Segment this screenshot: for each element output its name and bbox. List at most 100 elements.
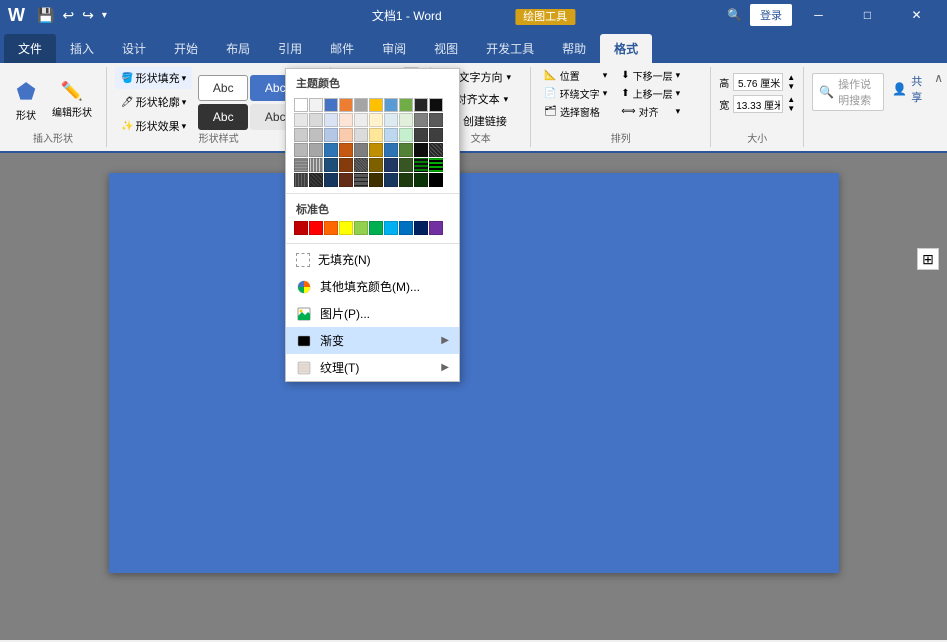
text-direction-arrow[interactable]: ▾	[506, 72, 511, 83]
align-text-arrow[interactable]: ▾	[504, 94, 509, 105]
color-cell[interactable]	[429, 158, 443, 172]
std-color-darkblue[interactable]	[414, 221, 428, 235]
std-color-purple[interactable]	[429, 221, 443, 235]
height-down[interactable]: ▼	[787, 82, 795, 91]
color-cell[interactable]	[384, 173, 398, 187]
color-cell[interactable]	[324, 173, 338, 187]
minimize-button[interactable]: ─	[796, 0, 841, 30]
color-cell[interactable]	[309, 128, 323, 142]
color-cell[interactable]	[414, 113, 428, 127]
color-cell[interactable]	[399, 98, 413, 112]
width-down[interactable]: ▼	[787, 104, 795, 113]
shapes-button[interactable]: ⬟ 形状	[8, 75, 44, 126]
texture-item[interactable]: 纹理(T) ▶	[286, 354, 459, 381]
position-btn[interactable]: 📐 位置 ▾	[539, 67, 612, 84]
search-box[interactable]: 🔍 操作说明搜索	[812, 73, 884, 111]
std-color-orange[interactable]	[324, 221, 338, 235]
picture-item[interactable]: 图片(P)...	[286, 300, 459, 327]
color-cell[interactable]	[399, 158, 413, 172]
color-cell[interactable]	[399, 113, 413, 127]
color-cell[interactable]	[309, 98, 323, 112]
std-color-blue[interactable]	[399, 221, 413, 235]
color-cell[interactable]	[429, 113, 443, 127]
std-color-red[interactable]	[309, 221, 323, 235]
align-arrow[interactable]: ▾	[676, 106, 681, 117]
color-cell[interactable]	[324, 98, 338, 112]
color-cell[interactable]	[294, 143, 308, 157]
tab-help[interactable]: 帮助	[548, 34, 600, 63]
height-input[interactable]	[733, 73, 783, 91]
color-cell[interactable]	[369, 98, 383, 112]
color-cell[interactable]	[384, 113, 398, 127]
send-back-arrow[interactable]: ▾	[676, 70, 681, 81]
color-cell[interactable]	[324, 128, 338, 142]
color-cell[interactable]	[369, 128, 383, 142]
customize-icon[interactable]: ▾	[100, 8, 109, 23]
fill-dropdown-arrow[interactable]: ▾	[182, 73, 187, 84]
color-cell[interactable]	[309, 113, 323, 127]
std-color-yellow[interactable]	[339, 221, 353, 235]
undo-icon[interactable]: ↩	[60, 5, 76, 26]
color-cell[interactable]	[414, 98, 428, 112]
color-cell[interactable]	[369, 143, 383, 157]
color-cell[interactable]	[429, 128, 443, 142]
tab-layout[interactable]: 布局	[212, 34, 264, 63]
color-cell[interactable]	[354, 158, 368, 172]
outline-arrow[interactable]: ▾	[182, 97, 187, 108]
color-cell[interactable]	[429, 98, 443, 112]
color-cell[interactable]	[339, 128, 353, 142]
no-fill-item[interactable]: 无填充(N)	[286, 246, 459, 273]
redo-icon[interactable]: ↪	[80, 5, 96, 26]
layout-options-button[interactable]: ⊞	[917, 248, 939, 270]
color-cell[interactable]	[354, 113, 368, 127]
bring-forward-arrow[interactable]: ▾	[676, 88, 681, 99]
color-cell[interactable]	[384, 98, 398, 112]
color-cell[interactable]	[324, 113, 338, 127]
blue-shape[interactable]	[109, 173, 839, 573]
tab-design[interactable]: 设计	[108, 34, 160, 63]
shape-outline-button[interactable]: 🖊 形状轮廓 ▾	[115, 91, 192, 113]
selection-pane-btn[interactable]: 🗂 选择窗格	[539, 103, 612, 120]
color-cell[interactable]	[429, 173, 443, 187]
close-button[interactable]: ✕	[894, 0, 939, 30]
color-cell[interactable]	[324, 158, 338, 172]
color-cell[interactable]	[414, 158, 428, 172]
color-cell[interactable]	[339, 173, 353, 187]
shape-sample-2[interactable]: Abc	[198, 104, 248, 130]
color-cell[interactable]	[339, 143, 353, 157]
color-cell[interactable]	[339, 158, 353, 172]
std-color-green[interactable]	[369, 221, 383, 235]
color-cell[interactable]	[384, 158, 398, 172]
color-cell[interactable]	[414, 143, 428, 157]
color-cell[interactable]	[384, 143, 398, 157]
tab-developer[interactable]: 开发工具	[472, 34, 548, 63]
login-button[interactable]: 登录	[750, 4, 792, 26]
tab-insert[interactable]: 插入	[56, 34, 108, 63]
color-cell[interactable]	[294, 113, 308, 127]
color-cell[interactable]	[324, 143, 338, 157]
tab-start[interactable]: 开始	[160, 34, 212, 63]
color-cell[interactable]	[399, 143, 413, 157]
color-cell[interactable]	[414, 173, 428, 187]
save-icon[interactable]: 💾	[35, 5, 56, 26]
color-cell[interactable]	[414, 128, 428, 142]
tab-review[interactable]: 审阅	[368, 34, 420, 63]
restore-button[interactable]: □	[845, 0, 890, 30]
color-cell[interactable]	[339, 98, 353, 112]
align-btn[interactable]: ⟺ 对齐 ▾	[616, 103, 685, 120]
color-cell[interactable]	[369, 113, 383, 127]
tab-view[interactable]: 视图	[420, 34, 472, 63]
send-back-btn[interactable]: ⬇ 下移一层 ▾	[616, 67, 685, 84]
std-color-darkred[interactable]	[294, 221, 308, 235]
color-cell[interactable]	[294, 158, 308, 172]
wrap-text-arrow[interactable]: ▾	[603, 88, 608, 99]
color-cell[interactable]	[309, 173, 323, 187]
height-up[interactable]: ▲	[787, 73, 795, 82]
share-button[interactable]: 👤 共享	[892, 73, 922, 105]
color-cell[interactable]	[384, 128, 398, 142]
color-cell[interactable]	[354, 128, 368, 142]
shape-sample-1[interactable]: Abc	[198, 75, 248, 101]
edit-shape-button[interactable]: ✏️ 编辑形状	[46, 77, 98, 123]
color-cell[interactable]	[369, 173, 383, 187]
more-colors-item[interactable]: 其他填充颜色(M)...	[286, 273, 459, 300]
